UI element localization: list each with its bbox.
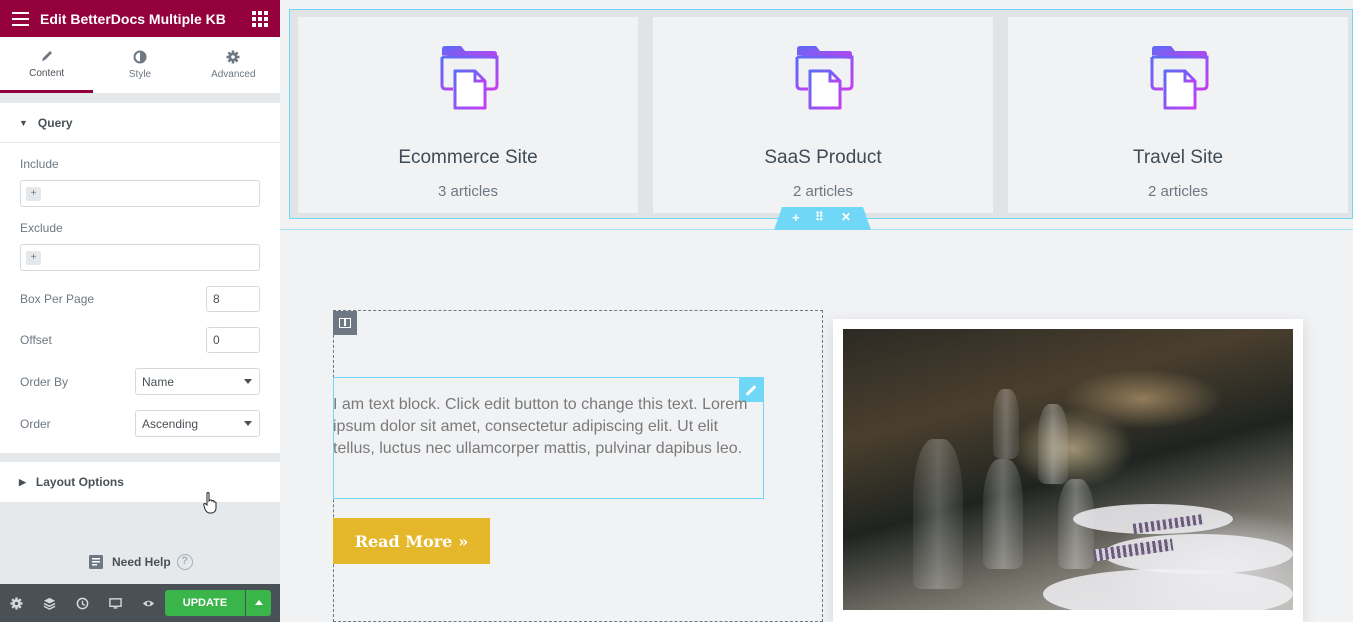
folder-document-icon — [795, 46, 854, 110]
dropdown-arrow-icon — [244, 379, 252, 384]
delete-section-icon[interactable]: ✕ — [841, 210, 851, 224]
widgets-grid-icon[interactable] — [240, 0, 280, 37]
layers-icon[interactable] — [33, 584, 66, 622]
dining-table-photo — [843, 329, 1293, 610]
book-icon — [89, 555, 103, 569]
section-divider — [280, 229, 1353, 230]
include-field[interactable]: + — [20, 180, 260, 207]
tab-content-label: Content — [29, 67, 65, 79]
column-handle-icon[interactable] — [333, 311, 357, 335]
add-section-icon[interactable]: + — [792, 210, 800, 225]
layout-options-toggle[interactable]: ▶ Layout Options — [0, 462, 280, 502]
kb-card-title[interactable]: SaaS Product — [653, 147, 993, 169]
tab-advanced-label: Advanced — [211, 69, 256, 80]
order-by-value: Name — [142, 375, 175, 389]
settings-icon[interactable] — [0, 584, 33, 622]
dropdown-arrow-icon — [244, 421, 252, 426]
preview-icon[interactable] — [132, 584, 165, 622]
add-tag-icon[interactable]: + — [26, 187, 41, 201]
box-per-page-label: Box Per Page — [20, 292, 95, 306]
update-options-button[interactable] — [246, 590, 271, 616]
order-by-label: Order By — [20, 375, 69, 389]
kb-section[interactable]: Ecommerce Site 3 articles SaaS Product 2… — [289, 9, 1353, 219]
kb-card[interactable]: Travel Site 2 articles — [1008, 17, 1348, 213]
tab-style[interactable]: Style — [93, 37, 186, 93]
responsive-icon[interactable] — [99, 584, 132, 622]
query-controls: Include + Exclude + Box Per Page 8 Offse… — [0, 143, 280, 453]
panel-header: Edit BetterDocs Multiple KB — [0, 0, 280, 37]
exclude-field[interactable]: + — [20, 244, 260, 271]
double-chevron-right-icon: » — [458, 531, 469, 551]
drag-section-icon[interactable]: ⠿ — [815, 210, 824, 224]
section-handle: + ⠿ ✕ — [774, 207, 871, 230]
caret-down-icon: ▼ — [19, 117, 28, 128]
menu-icon[interactable] — [0, 0, 40, 37]
folder-document-icon — [440, 46, 499, 110]
panel-tabs: Content Style Advanced — [0, 37, 280, 93]
pencil-icon — [41, 50, 52, 61]
tab-style-label: Style — [128, 69, 152, 80]
read-more-button[interactable]: Read More » — [333, 518, 490, 564]
question-icon: ? — [176, 554, 193, 570]
kb-card[interactable]: Ecommerce Site 3 articles — [298, 17, 638, 213]
order-by-select[interactable]: Name — [135, 368, 260, 395]
panel-title: Edit BetterDocs Multiple KB — [40, 10, 226, 27]
offset-input[interactable]: 0 — [206, 327, 260, 353]
gear-icon — [226, 50, 240, 64]
kb-card[interactable]: SaaS Product 2 articles — [653, 17, 993, 213]
caret-right-icon: ▶ — [19, 476, 26, 487]
need-help-label: Need Help — [112, 555, 171, 569]
kb-card-title[interactable]: Ecommerce Site — [298, 147, 638, 169]
kb-card-count: 2 articles — [1147, 183, 1209, 200]
read-more-label: Read More — [354, 531, 453, 551]
hand-cursor-icon — [203, 492, 217, 514]
order-label: Order — [20, 417, 51, 431]
kb-card-title[interactable]: Travel Site — [1008, 147, 1348, 169]
folder-document-icon — [1150, 46, 1209, 110]
box-per-page-input[interactable]: 8 — [206, 286, 260, 312]
half-circle-icon — [133, 50, 147, 64]
history-icon[interactable] — [66, 584, 99, 622]
need-help-link[interactable]: Need Help ? — [86, 552, 193, 572]
include-label: Include — [20, 157, 59, 171]
kb-card-count: 3 articles — [437, 183, 499, 200]
exclude-label: Exclude — [20, 221, 63, 235]
image-widget[interactable] — [833, 319, 1303, 622]
text-block-content[interactable]: I am text block. Click edit button to ch… — [333, 394, 758, 460]
offset-label: Offset — [20, 333, 52, 347]
add-tag-icon[interactable]: + — [26, 251, 41, 265]
query-section-title: Query — [37, 115, 73, 130]
kb-card-count: 2 articles — [792, 183, 854, 200]
panel-footer: UPDATE — [0, 584, 280, 622]
preview-canvas: Ecommerce Site 3 articles SaaS Product 2… — [280, 0, 1353, 622]
order-value: Ascending — [142, 417, 199, 431]
editor-panel: Edit BetterDocs Multiple KB Content Styl… — [0, 0, 280, 622]
tab-content[interactable]: Content — [0, 37, 94, 93]
order-select[interactable]: Ascending — [135, 410, 260, 437]
layout-options-title: Layout Options — [35, 475, 124, 489]
tab-advanced[interactable]: Advanced — [187, 37, 280, 93]
update-button[interactable]: UPDATE — [165, 590, 245, 616]
query-section-toggle[interactable]: ▼ Query — [0, 103, 280, 143]
